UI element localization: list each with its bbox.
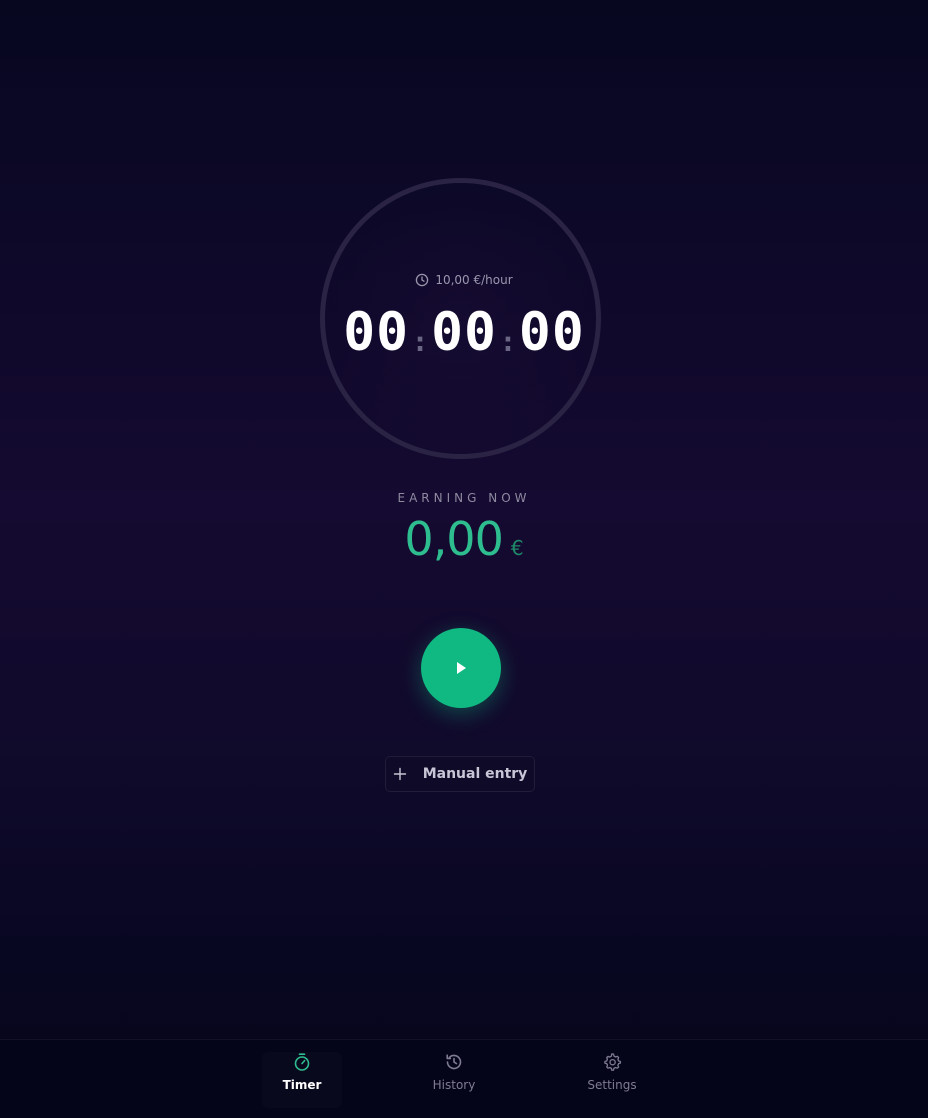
clock-icon (415, 273, 429, 287)
earning-now-label: EARNING NOW (397, 491, 531, 505)
plus-icon (393, 767, 407, 781)
hours-value: 00 (343, 302, 410, 363)
nav-item-history[interactable]: History (414, 1052, 494, 1108)
seconds-value: 00 (518, 302, 585, 363)
gear-icon (602, 1052, 622, 1072)
hourly-rate: 10,00 €/hour (0, 273, 928, 287)
nav-item-timer[interactable]: Timer (262, 1052, 342, 1108)
earnings-amount: 0,00 € (0, 512, 928, 566)
history-icon (444, 1052, 464, 1072)
minutes-value: 00 (431, 302, 497, 363)
manual-entry-label: Manual entry (422, 766, 528, 782)
earnings-value: 0,00 (404, 512, 503, 566)
nav-label-settings: Settings (587, 1078, 637, 1092)
play-icon (453, 660, 469, 676)
manual-entry-button[interactable]: Manual entry (385, 756, 535, 792)
hourly-rate-text: 10,00 €/hour (435, 273, 513, 287)
earnings-currency: € (510, 536, 524, 560)
stopwatch-icon (292, 1052, 312, 1072)
bottom-nav: Timer History Settings (0, 1039, 928, 1118)
nav-label-timer: Timer (282, 1078, 322, 1092)
nav-label-history: History (432, 1078, 476, 1092)
nav-item-settings[interactable]: Settings (572, 1052, 652, 1108)
time-separator: : (411, 325, 429, 358)
elapsed-time: 00 : 00 : 00 (0, 300, 928, 366)
time-separator: : (499, 325, 517, 358)
start-timer-button[interactable] (421, 628, 501, 708)
